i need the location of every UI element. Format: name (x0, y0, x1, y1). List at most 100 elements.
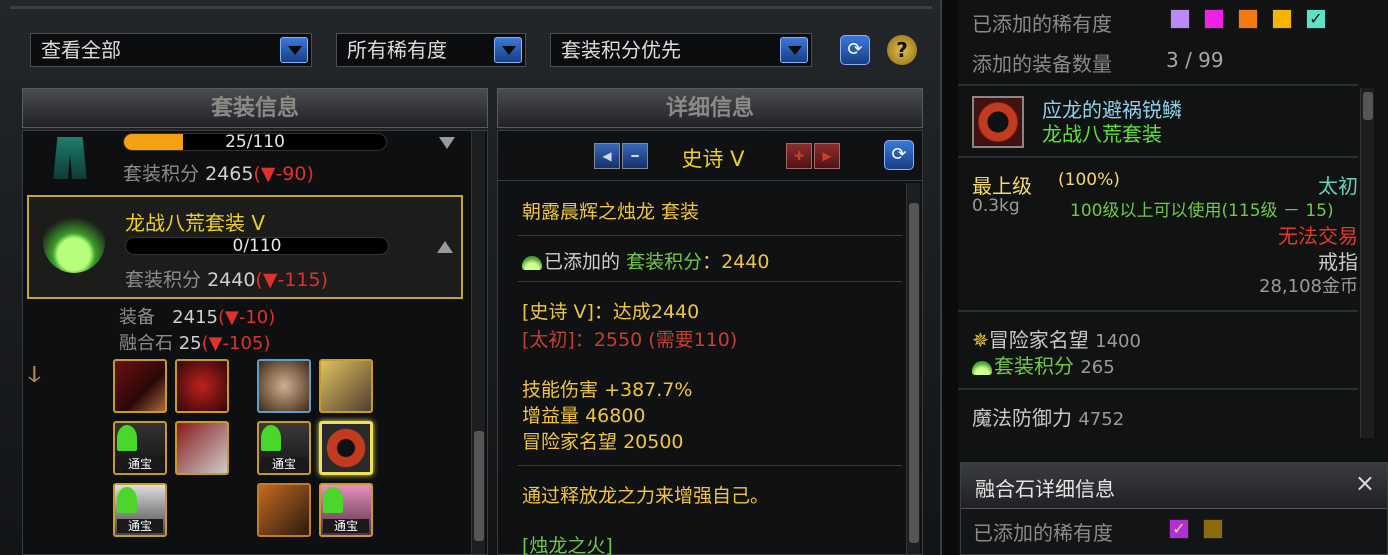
item-slot[interactable] (257, 483, 311, 537)
set-info-header: 套装信息 (22, 88, 488, 128)
epic-tier-line: [史诗 Ⅴ]：达成2440 (522, 301, 700, 323)
refresh-button[interactable]: ⟳ (840, 35, 870, 65)
magic-defense-line: 魔法防御力 4752 (972, 402, 1124, 431)
fame-icon: ✵ (972, 328, 989, 352)
fusion-header: 融合石详细信息 × (961, 463, 1387, 509)
first-tier-button[interactable]: ◀ (594, 143, 620, 169)
chevron-down-icon[interactable] (780, 37, 808, 63)
item-slot[interactable] (257, 359, 311, 413)
divider (958, 84, 1358, 86)
set-description: 通过释放龙之力来增强自己。 (522, 485, 770, 507)
set-list-panel: 25/110 套装积分 2465(▼-90) 龙战八荒套装 Ⅴ 0/110 套装… (22, 130, 488, 555)
fame-line: ✵冒险家名望 1400 (972, 324, 1141, 353)
set-window: 查看全部 所有稀有度 套装积分优先 ⟳ ? 套装信息 详细信息 25/110 套… (0, 0, 942, 555)
expand-arrow-icon[interactable] (437, 241, 453, 253)
tooltip-scrollbar[interactable] (1360, 88, 1374, 438)
item-slot[interactable] (113, 359, 167, 413)
divider (518, 235, 902, 236)
rarity-filter-dropdown[interactable]: 所有稀有度 (336, 33, 526, 67)
equip-delta: (▼-10) (217, 307, 276, 328)
rarity-swatch (1204, 9, 1224, 29)
item-slot[interactable] (319, 359, 373, 413)
fusion-score-line: 融合石 25(▼-105) (119, 329, 270, 355)
detail-scrollbar[interactable] (906, 183, 920, 554)
character-icon (261, 425, 281, 451)
next-tier-button[interactable]: ✚ (786, 143, 812, 169)
character-icon (117, 487, 137, 513)
item-slot[interactable]: 通宝 (113, 483, 167, 537)
last-tier-button[interactable]: ▶ (814, 143, 840, 169)
tongbao-tag: 通宝 (117, 457, 163, 471)
added-count-value: 3 / 99 (1166, 48, 1224, 72)
divider (958, 388, 1358, 390)
chevron-down-icon[interactable] (280, 37, 308, 63)
view-filter-dropdown[interactable]: 查看全部 (30, 33, 312, 67)
item-slot[interactable]: 通宝 (113, 421, 167, 475)
set-progress-bar: 25/110 (123, 132, 387, 152)
buff-value: 46800 (585, 405, 646, 427)
tier-selector: ◀ ━ 史诗 Ⅴ ✚ ▶ ⟳ (498, 131, 922, 181)
added-set-score: 已添加的 套装积分：2440 (522, 247, 769, 274)
equip-score-line: 装备 2415(▼-10) (119, 303, 275, 329)
fusion-label: 融合石 (119, 333, 173, 354)
view-filter-value: 查看全部 (41, 38, 121, 62)
character-icon (323, 487, 343, 513)
chevron-down-icon[interactable] (494, 37, 522, 63)
skill-damage-value: +387.7% (604, 379, 693, 401)
item-tooltip: 已添加的稀有度 ✓ 添加的装备数量 3 / 99 应龙的避祸锐鳞 龙战八荒套装 … (958, 0, 1388, 555)
item-slot[interactable] (175, 421, 229, 475)
rarity-swatch (1203, 519, 1223, 539)
added-value: ：2440 (702, 251, 770, 273)
sort-dropdown[interactable]: 套装积分优先 (550, 33, 812, 67)
set-score-delta: (▼-115) (255, 269, 328, 291)
refresh-icon: ⟳ (847, 39, 863, 60)
tongbao-tag: 通宝 (261, 457, 307, 471)
item-slot-type: 戒指 (1318, 250, 1358, 274)
detail-panel: ◀ ━ 史诗 Ⅴ ✚ ▶ ⟳ 朝露晨辉之烛龙 套装 已添加的 套装积分：2440… (497, 130, 923, 555)
collapse-arrow-icon[interactable] (439, 137, 455, 149)
sort-value: 套装积分优先 (561, 38, 681, 62)
fusion-score: 25 (178, 333, 202, 354)
set-score: 套装积分 2440(▼-115) (125, 265, 328, 292)
set-list-scrollbar[interactable] (471, 131, 485, 554)
help-button[interactable]: ? (887, 35, 917, 65)
added-rarity-label: 已添加的稀有度 (972, 12, 1112, 36)
sun-icon (522, 255, 542, 270)
set-list-item[interactable]: 25/110 套装积分 2465(▼-90) (27, 132, 463, 191)
divider (958, 310, 1358, 312)
item-slot[interactable]: 通宝 (319, 483, 373, 537)
equip-label: 装备 (119, 307, 155, 328)
item-slot[interactable]: 通宝 (257, 421, 311, 475)
rarity-swatch (1170, 9, 1190, 29)
fusion-stone-panel: 融合石详细信息 × 已添加的稀有度 ✓ (960, 462, 1388, 555)
added-label: 套装积分 (626, 251, 703, 273)
scroll-thumb[interactable] (474, 431, 484, 541)
detail-info-header: 详细信息 (497, 88, 923, 128)
detail-refresh-button[interactable]: ⟳ (884, 140, 914, 170)
scroll-thumb[interactable] (1363, 92, 1373, 120)
fusion-rarity-label: 已添加的稀有度 (973, 521, 1113, 545)
added-count-label: 添加的装备数量 (972, 52, 1112, 76)
scroll-thumb[interactable] (909, 203, 919, 543)
progress-text: 25/110 (225, 132, 285, 152)
character-icon (117, 425, 137, 451)
fame-value: 1400 (1095, 331, 1141, 352)
level-requirement: 100级以上可以使用(115级 － 15) (1070, 201, 1334, 221)
set-name: 龙战八荒套装 Ⅴ (125, 211, 266, 235)
tongbao-tag: 通宝 (323, 519, 369, 533)
item-slot[interactable] (175, 359, 229, 413)
close-icon[interactable]: × (1355, 469, 1375, 497)
item-weight: 0.3kg (972, 196, 1020, 216)
window-frame (10, 6, 932, 9)
item-set-name: 龙战八荒套装 (1042, 122, 1162, 146)
divider (958, 156, 1358, 158)
set-list-item-selected[interactable]: 龙战八荒套装 Ⅴ 0/110 套装积分 2440(▼-115) (27, 195, 463, 299)
prev-tier-button[interactable]: ━ (622, 143, 648, 169)
grade-percent: (100%) (1058, 170, 1120, 190)
buff-stat: 增益量 46800 (522, 401, 646, 428)
set-score-label: 套装积分 (994, 354, 1074, 378)
fame-value: 20500 (623, 431, 684, 453)
item-slot-selected[interactable] (319, 421, 373, 475)
set-score-value: 2440 (207, 269, 256, 291)
added-prefix: 已添加的 (544, 251, 621, 273)
